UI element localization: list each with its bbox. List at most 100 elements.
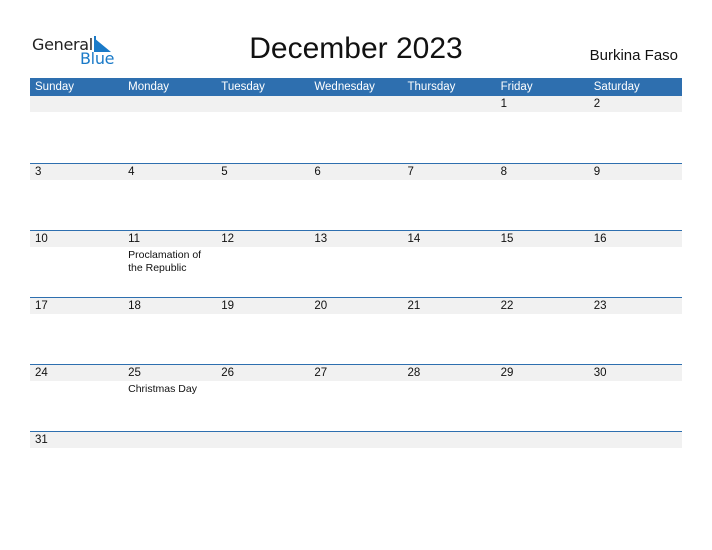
week-cells: 3 4 5 6 7 8 9 — [30, 164, 682, 230]
day-cell[interactable]: 3 — [30, 164, 123, 230]
day-cell — [309, 96, 402, 163]
day-number: 21 — [407, 300, 421, 312]
day-cell[interactable]: 28 — [403, 365, 496, 431]
day-cell[interactable]: 18 — [123, 298, 216, 364]
day-number: 4 — [128, 166, 135, 178]
day-cell — [123, 432, 216, 447]
day-number: 20 — [314, 300, 328, 312]
week-row: 10 11 Proclamation of the Republic 12 13 14 15… — [30, 230, 682, 297]
day-number: 12 — [221, 233, 235, 245]
day-cell — [123, 96, 216, 163]
day-cell[interactable]: 4 — [123, 164, 216, 230]
weekday-wednesday: Wednesday — [314, 81, 375, 93]
day-cell[interactable]: 20 — [309, 298, 402, 364]
day-cell — [30, 96, 123, 163]
weeks-container: 1 2 3 4 5 6 7 8 9 10 11 Proclamation of the Republi… — [30, 96, 682, 448]
day-number: 31 — [35, 434, 48, 446]
day-cell — [496, 432, 589, 447]
day-cell[interactable]: 31 — [30, 432, 123, 447]
day-number: 8 — [500, 166, 508, 178]
day-number: 17 — [35, 300, 48, 312]
week-row: 12 — [30, 96, 682, 163]
day-number: 14 — [407, 233, 421, 245]
day-number — [501, 432, 589, 448]
day-cell[interactable]: 14 — [403, 231, 496, 297]
country-name: Burkina Faso — [589, 47, 678, 64]
day-cell[interactable]: 23 — [589, 298, 682, 364]
day-cell[interactable]: 9 — [589, 164, 682, 230]
weekday-friday: Friday — [500, 81, 533, 93]
day-number — [35, 96, 123, 112]
day-number: 18 — [128, 300, 141, 312]
day-number: 24 — [35, 367, 48, 379]
day-number: 2 — [593, 98, 601, 110]
day-cell[interactable]: 19 — [216, 298, 309, 364]
day-cell[interactable]: 17 — [30, 298, 123, 364]
day-cell[interactable]: 7 — [403, 164, 496, 230]
week-cells: 10 11 Proclamation of the Republic 12 13 14 15… — [30, 231, 682, 297]
day-number: 30 — [593, 367, 607, 379]
day-number: 10 — [35, 233, 48, 245]
day-cell[interactable]: 13 — [309, 231, 402, 297]
day-cell — [216, 96, 309, 163]
day-number: 11 — [128, 233, 141, 245]
day-number: 15 — [500, 233, 514, 245]
day-cell[interactable]: 1 — [496, 96, 589, 163]
day-number: 16 — [593, 233, 607, 245]
day-cell — [403, 432, 496, 447]
week-row: 31 — [30, 431, 682, 448]
day-cell[interactable]: 25 Christmas Day — [123, 365, 216, 431]
day-number — [221, 96, 309, 112]
day-number: 7 — [407, 166, 414, 178]
day-number — [221, 432, 309, 448]
day-number — [314, 96, 402, 112]
day-number — [128, 432, 216, 448]
day-cell[interactable]: 22 — [496, 298, 589, 364]
day-number: 26 — [221, 367, 235, 379]
week-cells: 24 25 Christmas Day 26 27 28 29 30 — [30, 365, 682, 431]
day-number: 22 — [500, 300, 514, 312]
weekday-saturday: Saturday — [593, 81, 640, 93]
day-cell[interactable]: 10 — [30, 231, 123, 297]
day-cell[interactable]: 26 — [216, 365, 309, 431]
day-cell[interactable]: 8 — [496, 164, 589, 230]
week-cells: 12 — [30, 96, 682, 163]
weekday-sunday: Sunday — [35, 81, 75, 93]
day-number: 13 — [314, 233, 328, 245]
holiday-label: Proclamation of the Republic — [128, 249, 202, 274]
day-number: 5 — [221, 166, 228, 178]
day-cell[interactable]: 15 — [496, 231, 589, 297]
day-cell — [216, 432, 309, 447]
day-number: 19 — [221, 300, 235, 312]
day-cell[interactable]: 12 — [216, 231, 309, 297]
day-number: 29 — [500, 367, 514, 379]
day-cell — [589, 432, 682, 447]
weekday-tuesday: Tuesday — [221, 81, 265, 93]
week-row: 24 25 Christmas Day 26 27 28 29 30 — [30, 364, 682, 431]
day-cell[interactable]: 11 Proclamation of the Republic — [123, 231, 216, 297]
day-cell[interactable]: 29 — [496, 365, 589, 431]
day-cell[interactable]: 2 — [589, 96, 682, 163]
holiday-label: Christmas Day — [128, 383, 197, 395]
weekday-monday: Monday — [128, 81, 170, 93]
week-row: 17 18 19 20 21 22 23 — [30, 297, 682, 364]
day-cell[interactable]: 30 — [589, 365, 682, 431]
day-cell[interactable]: 21 — [403, 298, 496, 364]
day-cell[interactable]: 16 — [589, 231, 682, 297]
day-cell[interactable]: 27 — [309, 365, 402, 431]
day-cell[interactable]: 5 — [216, 164, 309, 230]
day-number — [408, 432, 496, 448]
day-number: 23 — [593, 300, 607, 312]
week-cells: 31 — [30, 432, 682, 447]
weekday-header: Sunday Monday Tuesday Wednesday Thursday… — [30, 78, 682, 96]
week-cells: 17 18 19 20 21 22 23 — [30, 298, 682, 364]
day-number: 3 — [35, 166, 42, 178]
day-number — [128, 96, 216, 112]
day-cell — [403, 96, 496, 163]
day-cell[interactable]: 6 — [309, 164, 402, 230]
week-row: 3 4 5 6 7 8 9 — [30, 163, 682, 230]
calendar-grid: Sunday Monday Tuesday Wednesday Thursday… — [30, 78, 682, 448]
day-number: 1 — [500, 98, 508, 110]
day-cell[interactable]: 24 — [30, 365, 123, 431]
day-number: 6 — [314, 166, 321, 178]
